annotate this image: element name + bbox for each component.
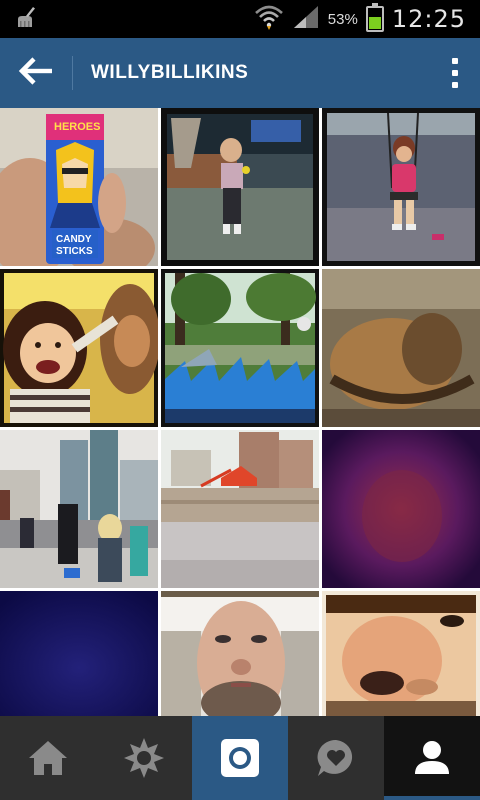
battery-percent: 53%: [327, 10, 358, 28]
nav-explore[interactable]: [96, 716, 192, 800]
camera-icon: [220, 738, 260, 778]
photo-city-crowd[interactable]: [0, 430, 158, 588]
photo-dark-blue[interactable]: [0, 591, 158, 716]
back-button[interactable]: [0, 38, 72, 108]
svg-text:HEROES: HEROES: [54, 121, 100, 133]
battery-level: [368, 17, 381, 29]
photo-demolition-site[interactable]: [161, 430, 319, 588]
nav-home[interactable]: [0, 716, 96, 800]
photo-nose-closeup[interactable]: [322, 591, 480, 716]
photo-girl-street[interactable]: [161, 108, 319, 266]
person-icon: [412, 738, 452, 778]
nav-profile[interactable]: [384, 716, 480, 800]
app-bar: WILLYBILLIKINS: [0, 38, 480, 108]
battery-icon: [365, 3, 384, 32]
arrow-left-icon: [18, 56, 54, 91]
svg-text:CANDY: CANDY: [56, 234, 92, 245]
profile-username: WILLYBILLIKINS: [91, 62, 249, 83]
photo-selfie-child[interactable]: [0, 269, 158, 427]
photo-dark-purple[interactable]: [322, 430, 480, 588]
wifi-icon: [254, 4, 284, 35]
more-vertical-icon-dot: [452, 70, 458, 76]
cleaner-icon: [14, 5, 38, 34]
photo-shark-ride[interactable]: [161, 269, 319, 427]
home-icon: [26, 738, 70, 778]
photo-hat-closeup[interactable]: [322, 269, 480, 427]
photo-man-face[interactable]: [161, 591, 319, 716]
clock: 12:25: [391, 5, 466, 33]
signal-icon: [292, 4, 320, 35]
svg-text:STICKS: STICKS: [56, 246, 93, 257]
overflow-menu-button[interactable]: [430, 38, 480, 108]
photo-girl-swing[interactable]: [322, 108, 480, 266]
more-vertical-icon-dot: [452, 82, 458, 88]
more-vertical-icon-dot: [452, 58, 458, 64]
nav-camera[interactable]: [192, 716, 288, 800]
status-bar: 53% 12:25: [0, 0, 480, 38]
bottom-navigation: [0, 716, 480, 800]
nav-activity[interactable]: [288, 716, 384, 800]
photo-candy-sticks[interactable]: HEROES CANDY STICKS: [0, 108, 158, 266]
star-icon: [122, 736, 166, 780]
photo-grid: HEROES CANDY STICKS: [0, 108, 480, 716]
heart-bubble-icon: [314, 736, 358, 780]
